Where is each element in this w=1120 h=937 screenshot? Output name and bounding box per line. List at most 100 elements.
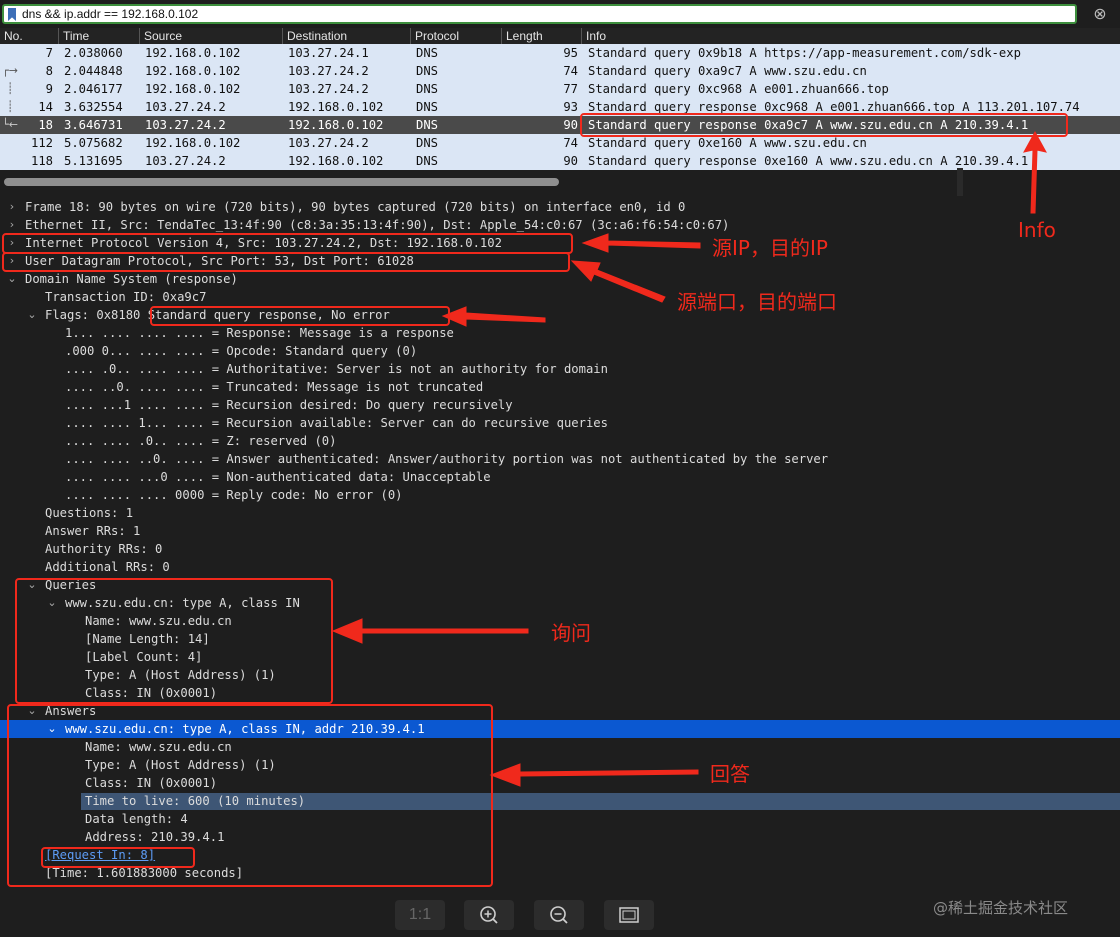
tree-row[interactable]: .000 0... .... .... = Opcode: Standard q… xyxy=(0,342,1120,360)
packet-cell-time: 5.131695 xyxy=(64,154,123,168)
packet-cell-info: Standard query 0x9b18 A https://app-meas… xyxy=(588,46,1021,60)
tree-row[interactable]: Additional RRs: 0 xyxy=(0,558,1120,576)
packet-cell-len: 90 xyxy=(563,118,578,132)
queries-annotation-box xyxy=(15,578,333,704)
packet-cell-src: 192.168.0.102 xyxy=(145,64,241,78)
tree-row-text: .... .... 1... .... = Recursion availabl… xyxy=(65,416,608,430)
tree-row-text: 1... .... .... .... = Response: Message … xyxy=(65,326,454,340)
tree-row[interactable]: › Frame 18: 90 bytes on wire (720 bits), … xyxy=(0,198,1120,216)
tree-row[interactable]: Questions: 1 xyxy=(0,504,1120,522)
packet-cell-time: 5.075682 xyxy=(64,136,123,150)
packet-cell-src: 192.168.0.102 xyxy=(145,82,241,96)
tree-row-text: .... .0.. .... .... = Authoritative: Ser… xyxy=(65,362,608,376)
packet-cell-info: Standard query 0xa9c7 A www.szu.edu.cn xyxy=(588,64,867,78)
annotation-ip-label: 源IP，目的IP xyxy=(712,236,828,260)
scrollbar-thumb[interactable] xyxy=(4,178,559,186)
display-filter-text[interactable]: dns && ip.addr == 192.168.0.102 xyxy=(22,6,198,22)
packet-cell-proto: DNS xyxy=(416,136,439,150)
packet-cell-time: 2.038060 xyxy=(64,46,123,60)
packet-cell-info: Standard query response 0xe160 A www.szu… xyxy=(588,154,1029,168)
tree-row-text: Answer RRs: 1 xyxy=(45,524,141,538)
packet-cell-time: 3.632554 xyxy=(64,100,123,114)
packet-cell-src: 103.27.24.2 xyxy=(145,100,226,114)
column-header-time[interactable]: Time xyxy=(59,28,140,44)
packet-cell-dst: 192.168.0.102 xyxy=(288,100,384,114)
zoom-in-button[interactable] xyxy=(464,900,514,930)
flags-annotation-box xyxy=(150,306,450,326)
packet-cell-dst: 192.168.0.102 xyxy=(288,118,384,132)
annotation-port-label: 源端口，目的端口 xyxy=(677,290,837,314)
chevron-down-icon[interactable]: ⌄ xyxy=(26,306,38,324)
port-annotation-box xyxy=(2,252,570,272)
ip-annotation-box xyxy=(2,233,573,254)
tree-row-text: Domain Name System (response) xyxy=(25,272,238,286)
packet-cell-len: 74 xyxy=(563,136,578,150)
tree-row-text: .... ..0. .... .... = Truncated: Message… xyxy=(65,380,484,394)
tree-row[interactable]: ⌄ Domain Name System (response) xyxy=(0,270,1120,288)
column-header-length[interactable]: Length xyxy=(502,28,582,44)
tree-row[interactable]: › Ethernet II, Src: TendaTec_13:4f:90 (c8… xyxy=(0,216,1120,234)
column-header-no[interactable]: No. xyxy=(0,28,59,44)
fit-screen-icon xyxy=(619,907,639,923)
packet-cell-dst: 192.168.0.102 xyxy=(288,154,384,168)
packet-cell-no: 7 xyxy=(45,46,53,60)
zoom-out-button[interactable] xyxy=(534,900,584,930)
packet-row[interactable]: 118 5.131695 103.27.24.2 192.168.0.102 DNS 90… xyxy=(0,152,1120,170)
packet-cell-proto: DNS xyxy=(416,100,439,114)
packet-cell-proto: DNS xyxy=(416,46,439,60)
column-header-destination[interactable]: Destination xyxy=(283,28,411,44)
packet-list: No. Time Source Destination Protocol Len… xyxy=(0,28,1120,170)
packet-cell-no: 112 xyxy=(30,136,53,150)
tree-row[interactable]: .... .0.. .... .... = Authoritative: Ser… xyxy=(0,360,1120,378)
tree-row[interactable]: .... .... .0.. .... = Z: reserved (0) xyxy=(0,432,1120,450)
packet-cell-time: 3.646731 xyxy=(64,118,123,132)
tree-row[interactable]: Transaction ID: 0xa9c7 xyxy=(0,288,1120,306)
packet-cell-dst: 103.27.24.2 xyxy=(288,82,369,96)
tree-row[interactable]: .... ..0. .... .... = Truncated: Message… xyxy=(0,378,1120,396)
display-filter-input[interactable]: dns && ip.addr == 192.168.0.102 xyxy=(2,4,1077,24)
zoom-out-icon xyxy=(550,906,568,924)
packet-cell-len: 93 xyxy=(563,100,578,114)
bottom-toolbar: 1:1 @稀土掘金技术社区 xyxy=(0,894,1120,937)
tree-row[interactable]: .... .... ..0. .... = Answer authenticat… xyxy=(0,450,1120,468)
packet-cell-time: 2.046177 xyxy=(64,82,123,96)
packet-cell-proto: DNS xyxy=(416,118,439,132)
horizontal-scrollbar[interactable] xyxy=(0,170,1120,196)
packet-cell-proto: DNS xyxy=(416,154,439,168)
column-header-info[interactable]: Info xyxy=(582,28,1120,44)
tree-row[interactable]: .... .... .... 0000 = Reply code: No err… xyxy=(0,486,1120,504)
packet-cell-no: 8 xyxy=(45,64,53,78)
actual-size-button[interactable]: 1:1 xyxy=(395,900,445,930)
tree-row[interactable]: .... .... ...0 .... = Non-authenticated … xyxy=(0,468,1120,486)
tree-row[interactable]: .... .... 1... .... = Recursion availabl… xyxy=(0,414,1120,432)
packet-cell-proto: DNS xyxy=(416,82,439,96)
tree-row-text: .... .... .... 0000 = Reply code: No err… xyxy=(65,488,403,502)
tree-row-text: Transaction ID: 0xa9c7 xyxy=(45,290,207,304)
fit-screen-button[interactable] xyxy=(604,900,654,930)
chevron-right-icon[interactable]: › xyxy=(6,216,18,234)
chevron-down-icon[interactable]: ⌄ xyxy=(6,270,18,288)
tree-row[interactable]: Answer RRs: 1 xyxy=(0,522,1120,540)
packet-cell-len: 90 xyxy=(563,154,578,168)
pane-splitter[interactable] xyxy=(957,168,963,196)
packet-cell-dst: 103.27.24.2 xyxy=(288,64,369,78)
clear-filter-icon[interactable]: ⊗ xyxy=(1090,6,1110,22)
packet-row[interactable]: ┌→ 8 2.044848 192.168.0.102 103.27.24.2 DNS 74… xyxy=(0,62,1120,80)
tree-row[interactable]: Authority RRs: 0 xyxy=(0,540,1120,558)
zoom-in-icon xyxy=(480,906,498,924)
packet-row[interactable]: 7 2.038060 192.168.0.102 103.27.24.1 DNS 95 St… xyxy=(0,44,1120,62)
bookmark-icon[interactable] xyxy=(8,8,16,21)
packet-cell-src: 103.27.24.2 xyxy=(145,118,226,132)
column-header-protocol[interactable]: Protocol xyxy=(411,28,502,44)
packet-cell-no: 118 xyxy=(30,154,53,168)
column-header-source[interactable]: Source xyxy=(140,28,283,44)
tree-row-text: .... .... ..0. .... = Answer authenticat… xyxy=(65,452,829,466)
tree-row[interactable]: 1... .... .... .... = Response: Message … xyxy=(0,324,1120,342)
display-filter-bar: dns && ip.addr == 192.168.0.102 ⊗ xyxy=(0,0,1120,28)
tree-row[interactable]: .... ...1 .... .... = Recursion desired:… xyxy=(0,396,1120,414)
tree-row-text: Ethernet II, Src: TendaTec_13:4f:90 (c8:… xyxy=(25,218,730,232)
packet-row[interactable]: ┊ 9 2.046177 192.168.0.102 103.27.24.2 DNS 77 S… xyxy=(0,80,1120,98)
packet-cell-len: 95 xyxy=(563,46,578,60)
chevron-right-icon[interactable]: › xyxy=(6,198,18,216)
tree-row-text: .... .... ...0 .... = Non-authenticated … xyxy=(65,470,491,484)
